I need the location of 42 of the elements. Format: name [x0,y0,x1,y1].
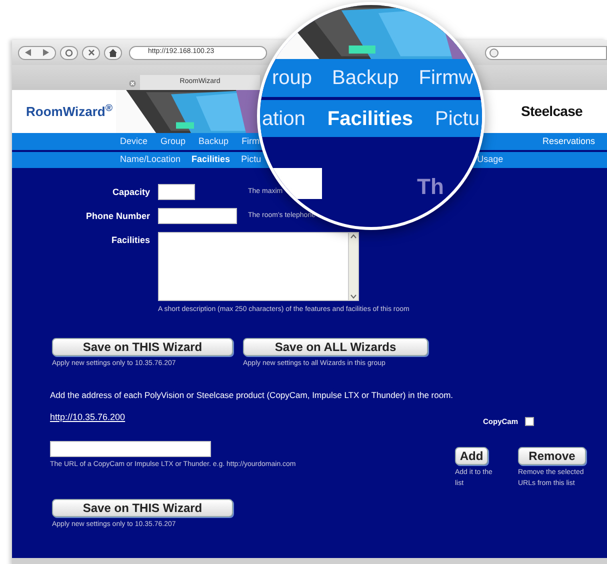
home-icon[interactable] [104,46,122,60]
url-field[interactable] [50,441,211,457]
nav-tab[interactable]: Usage [477,153,504,167]
text-field[interactable] [158,184,195,200]
text-field[interactable] [158,208,237,224]
nav-tab[interactable]: Backup [198,134,229,148]
search-engine-icon[interactable] [489,48,499,58]
nav-tab[interactable]: ation [262,104,306,134]
nav-tab[interactable]: Firm [242,134,260,148]
nav-tab[interactable]: Firmw [418,63,474,93]
scrollbar[interactable] [348,233,358,300]
nav-tab[interactable]: Reservations [542,134,595,148]
scroll-down-icon[interactable] [350,294,357,299]
logo: RoomWizard$^{®}$ [26,102,114,121]
remove-button[interactable]: Remove [518,447,586,465]
nav-tab[interactable]: Backup [332,63,399,93]
nav-tab[interactable]: Group [160,134,186,148]
nav-tab[interactable]: Device [120,134,148,148]
close-icon[interactable] [82,46,100,60]
instructions: Add the address of each PolyVision or Steelcase product (CopyCam, Impulse LTX or Thunder) in the room. [50,389,454,402]
save-button[interactable]: Save on THIS Wizard [52,499,233,517]
nav-tab[interactable]: Facilities [192,153,230,167]
scroll-up-icon[interactable] [350,234,357,239]
nav-tab[interactable]: Pictu [241,153,262,167]
save-button[interactable]: Save on ALL Wizards [243,338,428,356]
close-tab-icon[interactable] [129,80,136,86]
save-button[interactable]: Save on THIS Wizard [52,338,233,356]
back-forward-icon[interactable] [18,46,56,60]
field-label: Facilities [110,234,150,247]
field-label: Phone Number [84,210,150,223]
brand-logo: Steelcase [521,102,582,121]
nav-tab[interactable]: Facilities [327,104,413,134]
checkbox[interactable] [525,416,534,426]
nav-tab[interactable]: roup [272,63,312,93]
nav-tab[interactable]: Name/Location [120,153,181,167]
device-link[interactable]: http://10.35.76.200 [50,410,470,424]
reload-icon[interactable] [60,46,78,60]
search-field[interactable] [485,46,607,60]
page-heading: Th [417,173,444,201]
field-label: Capacity [111,186,150,199]
add-button[interactable]: Add [455,447,488,465]
nav-tab[interactable]: Pictu [434,104,480,134]
